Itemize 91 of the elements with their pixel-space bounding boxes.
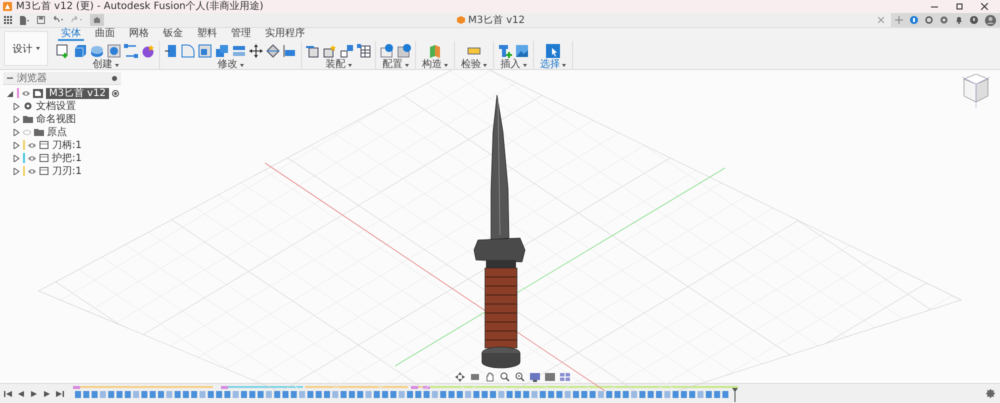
step-back-icon[interactable] <box>17 390 25 398</box>
tree-item-label[interactable]: 刀刃:1 <box>52 166 82 176</box>
form-icon[interactable] <box>141 44 155 58</box>
gear-icon <box>23 102 33 110</box>
tree-item-label[interactable]: 命名视图 <box>36 114 76 124</box>
ribbon-tab[interactable]: 实用程序 <box>262 29 308 41</box>
skip-to-start-icon[interactable] <box>4 390 12 398</box>
joint-icon[interactable] <box>306 44 320 58</box>
component-icon <box>39 154 49 162</box>
orbit-icon[interactable] <box>455 372 465 382</box>
component-icon <box>39 141 49 149</box>
collapse-icon[interactable] <box>7 76 13 80</box>
zoom-fit-icon[interactable] <box>515 372 525 382</box>
file-menu-icon[interactable] <box>19 16 30 24</box>
ribbon-tab[interactable]: 钣金 <box>160 29 186 41</box>
combine-icon[interactable] <box>215 44 229 58</box>
job-status-icon[interactable] <box>910 16 918 24</box>
box-icon[interactable] <box>73 44 87 58</box>
caret-icon <box>36 47 40 50</box>
align-icon[interactable] <box>283 44 297 58</box>
visual-style-icon[interactable] <box>545 372 555 382</box>
collapsed-arrow-icon[interactable] <box>13 128 20 136</box>
eye-icon[interactable] <box>28 154 36 162</box>
workspace-dropdown[interactable]: 设计 <box>4 31 48 66</box>
component-icon <box>39 167 49 175</box>
press-pull-icon[interactable] <box>164 44 178 58</box>
fillet-icon[interactable] <box>181 44 195 58</box>
activate-radio-icon[interactable] <box>112 90 119 96</box>
app-logo-icon <box>3 2 12 11</box>
help-icon[interactable] <box>970 16 978 24</box>
tree-item-label[interactable]: 护把:1 <box>52 152 82 164</box>
panel-title: 浏览器 <box>17 72 48 84</box>
rigid-group-icon[interactable] <box>340 44 354 58</box>
ribbon-tab[interactable]: 网格 <box>126 29 152 41</box>
save-icon[interactable] <box>37 16 45 24</box>
shell-icon[interactable] <box>198 44 212 58</box>
split-face-icon[interactable] <box>266 44 280 58</box>
eye-icon[interactable] <box>28 168 36 174</box>
play-icon[interactable] <box>30 390 38 398</box>
app-grid-icon[interactable] <box>4 16 12 24</box>
zoom-icon[interactable] <box>500 372 510 382</box>
grid-settings-icon[interactable] <box>560 372 570 382</box>
ribbon-tab[interactable]: 实体 <box>58 29 84 41</box>
tree-item-label[interactable]: 文档设置 <box>36 100 76 112</box>
cursor-icon[interactable] <box>546 44 560 58</box>
pan-hand-icon[interactable] <box>485 372 495 382</box>
cube-icon <box>457 16 466 24</box>
skip-to-end-icon[interactable] <box>56 390 64 398</box>
document-icon <box>33 88 43 98</box>
ribbon-tab[interactable]: 塑料 <box>194 29 220 41</box>
insert-body-icon[interactable] <box>498 44 512 58</box>
stack-icon[interactable] <box>232 44 246 58</box>
table-icon[interactable] <box>357 44 371 58</box>
extensions-icon[interactable] <box>940 16 948 24</box>
step-forward-icon[interactable] <box>43 390 51 398</box>
eye-icon[interactable] <box>22 90 30 96</box>
ribbon-tab[interactable]: 曲面 <box>92 29 118 41</box>
pin-icon[interactable] <box>112 76 117 80</box>
collapsed-arrow-icon[interactable] <box>13 142 20 148</box>
ribbon-tab[interactable]: 管理 <box>228 29 254 41</box>
path-icon[interactable] <box>124 44 138 58</box>
tree-item-label[interactable]: 刀柄:1 <box>52 140 82 150</box>
expanded-arrow-icon[interactable] <box>7 90 14 96</box>
tree-item-label[interactable]: M3匕首 v12 <box>46 88 109 98</box>
tree-item-label[interactable]: 原点 <box>47 126 67 138</box>
notification-bell-icon[interactable] <box>955 16 963 24</box>
eye-icon[interactable] <box>28 142 36 148</box>
settings-icon[interactable] <box>986 389 995 398</box>
cylinder-icon[interactable] <box>90 44 104 58</box>
window-title: M3匕首 v12 (更) - Autodesk Fusion个人(非商业用途) <box>16 0 264 12</box>
close-icon[interactable] <box>981 3 988 10</box>
refresh-icon[interactable] <box>925 16 933 24</box>
collapsed-arrow-icon[interactable] <box>13 102 20 110</box>
component-icon[interactable] <box>323 44 337 58</box>
user-avatar-icon[interactable] <box>985 14 996 26</box>
collapsed-arrow-icon[interactable] <box>13 168 20 174</box>
collapsed-arrow-icon[interactable] <box>13 116 20 122</box>
sphere-icon[interactable] <box>107 44 121 58</box>
configure-table-icon[interactable] <box>397 44 411 58</box>
move-arrows-icon[interactable] <box>249 44 263 58</box>
display-settings-icon[interactable] <box>530 372 540 382</box>
document-tab[interactable]: M3匕首 v12 <box>453 13 529 27</box>
home-icon[interactable] <box>90 14 104 26</box>
sketch-plus-icon[interactable] <box>56 44 70 58</box>
configure-icon[interactable] <box>380 44 394 58</box>
image-icon[interactable] <box>515 44 529 58</box>
look-at-icon[interactable] <box>470 372 480 382</box>
view-cube-icon[interactable] <box>961 74 991 108</box>
maximize-icon[interactable] <box>956 3 963 10</box>
collapsed-arrow-icon[interactable] <box>13 154 20 162</box>
undo-icon[interactable] <box>52 16 64 24</box>
